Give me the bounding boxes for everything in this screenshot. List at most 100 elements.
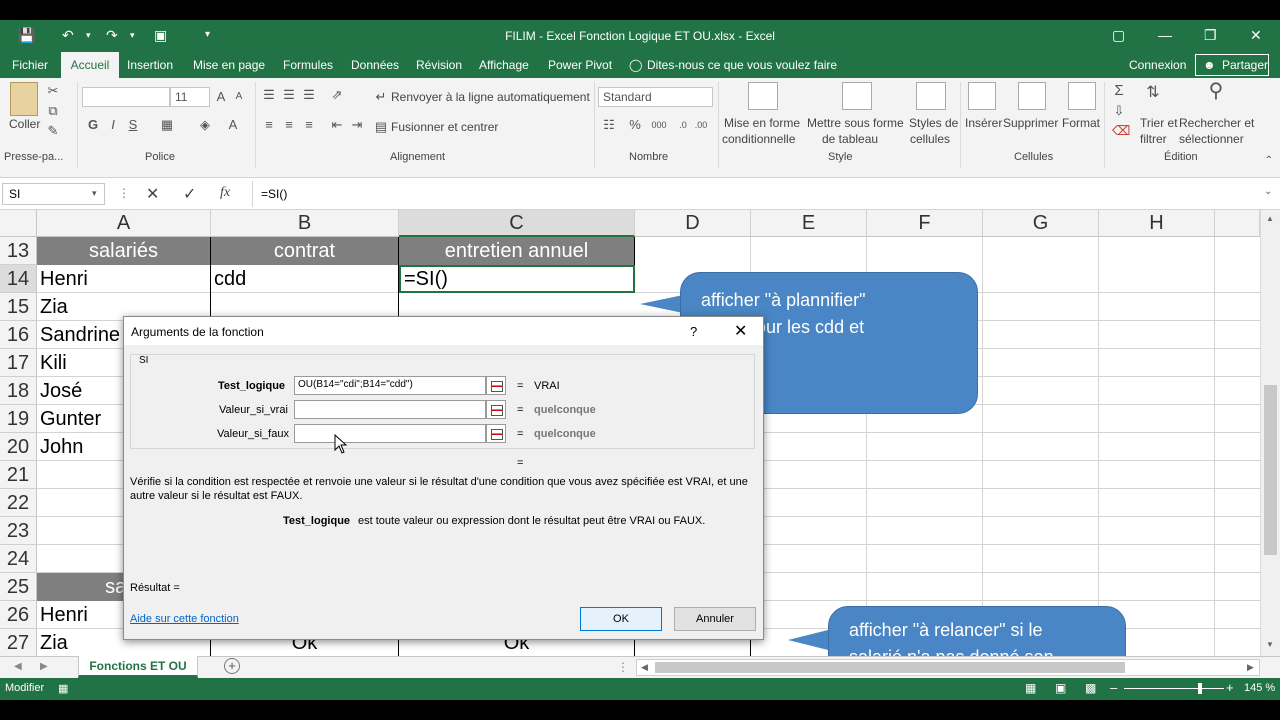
normal-view-icon[interactable]: ▦ bbox=[1025, 681, 1036, 695]
arg-ref-icon-1[interactable] bbox=[486, 376, 506, 395]
tab-affichage[interactable]: Affichage bbox=[479, 58, 529, 72]
expand-formula-bar-icon[interactable]: ⌄ bbox=[1264, 186, 1272, 197]
align-bottom-icon[interactable]: ☰ bbox=[302, 88, 316, 102]
collapse-ribbon-icon[interactable]: ⌃ bbox=[1262, 154, 1276, 168]
row-header-13[interactable]: 13 bbox=[0, 237, 37, 265]
scroll-left-icon[interactable]: ◀ bbox=[641, 662, 648, 673]
cell-b14[interactable]: cdd bbox=[211, 265, 398, 293]
row-header-21[interactable]: 21 bbox=[0, 461, 37, 489]
arg-ref-icon-3[interactable] bbox=[486, 424, 506, 443]
insert-function-button[interactable]: fx bbox=[220, 185, 230, 201]
dialog-help-button[interactable]: ? bbox=[690, 324, 697, 339]
add-sheet-icon[interactable]: + bbox=[224, 658, 240, 674]
minimize-icon[interactable]: — bbox=[1158, 28, 1172, 42]
tab-insertion[interactable]: Insertion bbox=[127, 58, 173, 72]
italic-button[interactable]: I bbox=[106, 118, 120, 132]
confirm-entry-icon[interactable]: ✓ bbox=[183, 184, 196, 204]
cell-a13[interactable]: salariés bbox=[37, 237, 210, 265]
increase-indent-icon[interactable]: ⇥ bbox=[350, 118, 364, 132]
column-header-b[interactable]: B bbox=[211, 210, 399, 237]
decrease-indent-icon[interactable]: ⇤ bbox=[330, 118, 344, 132]
borders-icon[interactable]: ▦ bbox=[160, 118, 174, 132]
column-header-i[interactable] bbox=[1215, 210, 1260, 237]
sign-in-link[interactable]: Connexion bbox=[1129, 58, 1186, 72]
tab-donnees[interactable]: Données bbox=[351, 58, 399, 72]
zoom-level[interactable]: 145 % bbox=[1244, 682, 1275, 694]
paste-button[interactable]: Coller bbox=[9, 117, 40, 131]
conditional-format-label-1[interactable]: Mise en forme bbox=[724, 116, 800, 130]
font-size-box[interactable]: 11 bbox=[170, 87, 210, 107]
tab-revision[interactable]: Révision bbox=[416, 58, 462, 72]
name-box[interactable]: SI bbox=[2, 183, 105, 205]
comma-style-icon[interactable]: 000 bbox=[648, 118, 670, 132]
wrap-text-button[interactable]: Renvoyer à la ligne automatiquement bbox=[391, 90, 590, 104]
arg-input-valeur-si-faux[interactable] bbox=[294, 424, 486, 443]
increase-decimal-icon[interactable]: .0 bbox=[676, 118, 690, 132]
next-sheet-icon[interactable]: ▶ bbox=[40, 661, 48, 672]
cell-a14[interactable]: Henri bbox=[37, 265, 210, 293]
column-header-c[interactable]: C bbox=[399, 210, 635, 237]
font-color-icon[interactable]: A bbox=[226, 118, 240, 132]
column-header-h[interactable]: H bbox=[1099, 210, 1215, 237]
align-middle-icon[interactable]: ☰ bbox=[282, 88, 296, 102]
arg-input-test-logique[interactable]: OU(B14="cdi";B14="cdd") bbox=[294, 376, 486, 395]
row-header-15[interactable]: 15 bbox=[0, 293, 37, 321]
orientation-icon[interactable]: ⇗ bbox=[330, 88, 344, 102]
align-right-icon[interactable]: ≡ bbox=[302, 118, 316, 132]
percent-icon[interactable]: % bbox=[628, 118, 642, 132]
format-table-label-1[interactable]: Mettre sous forme bbox=[807, 116, 904, 130]
tab-accueil[interactable]: Accueil bbox=[61, 52, 119, 78]
row-header-24[interactable]: 24 bbox=[0, 545, 37, 573]
cell-styles-label-1[interactable]: Styles de bbox=[909, 116, 958, 130]
arg-ref-icon-2[interactable] bbox=[486, 400, 506, 419]
delete-button[interactable]: Supprimer bbox=[1003, 116, 1058, 130]
zoom-in-icon[interactable]: + bbox=[1226, 680, 1234, 695]
select-all-corner[interactable] bbox=[0, 210, 37, 237]
column-header-d[interactable]: D bbox=[635, 210, 751, 237]
horizontal-scroll-thumb[interactable] bbox=[655, 662, 1125, 673]
row-header-23[interactable]: 23 bbox=[0, 517, 37, 545]
align-left-icon[interactable]: ≡ bbox=[262, 118, 276, 132]
restore-icon[interactable]: ❐ bbox=[1204, 28, 1217, 42]
copy-icon[interactable]: ⧉ bbox=[46, 104, 60, 118]
row-header-18[interactable]: 18 bbox=[0, 377, 37, 405]
clear-icon[interactable]: ⌫ bbox=[1112, 124, 1130, 138]
sort-filter-label-2[interactable]: filtrer bbox=[1140, 132, 1167, 146]
row-header-17[interactable]: 17 bbox=[0, 349, 37, 377]
decrease-font-icon[interactable]: A bbox=[232, 90, 246, 104]
cancel-entry-icon[interactable]: ✕ bbox=[146, 184, 159, 204]
column-header-a[interactable]: A bbox=[37, 210, 211, 237]
row-header-22[interactable]: 22 bbox=[0, 489, 37, 517]
help-link[interactable]: Aide sur cette fonction bbox=[130, 613, 239, 625]
zoom-slider[interactable] bbox=[1124, 688, 1224, 689]
fill-icon[interactable]: ⇩ bbox=[1112, 104, 1126, 118]
zoom-out-icon[interactable]: – bbox=[1110, 680, 1117, 695]
autosum-icon[interactable]: Σ bbox=[1112, 83, 1126, 98]
conditional-format-label-2[interactable]: conditionnelle bbox=[722, 132, 795, 146]
vertical-scrollbar[interactable]: ▲ ▼ bbox=[1260, 210, 1280, 656]
row-header-19[interactable]: 19 bbox=[0, 405, 37, 433]
tab-power-pivot[interactable]: Power Pivot bbox=[548, 58, 612, 72]
increase-font-icon[interactable]: A bbox=[214, 90, 228, 104]
accounting-format-icon[interactable]: ☷ bbox=[602, 118, 616, 132]
merge-center-button[interactable]: Fusionner et centrer bbox=[391, 120, 498, 134]
format-button[interactable]: Format bbox=[1062, 116, 1100, 130]
ribbon-display-icon[interactable]: ▢ bbox=[1112, 28, 1125, 42]
scroll-down-icon[interactable]: ▼ bbox=[1266, 640, 1274, 649]
bold-button[interactable]: G bbox=[86, 118, 100, 132]
insert-button[interactable]: Insérer bbox=[965, 116, 1002, 130]
column-header-e[interactable]: E bbox=[751, 210, 867, 237]
tell-me-search[interactable]: Dites-nous ce que vous voulez faire bbox=[647, 58, 837, 72]
row-header-27[interactable]: 27 bbox=[0, 629, 37, 657]
tab-mise-en-page[interactable]: Mise en page bbox=[193, 58, 265, 72]
scroll-right-icon[interactable]: ▶ bbox=[1247, 662, 1254, 673]
format-painter-icon[interactable]: ✎ bbox=[46, 124, 60, 138]
dialog-close-icon[interactable]: ✕ bbox=[734, 321, 747, 341]
horizontal-scrollbar[interactable]: ◀ ▶ bbox=[636, 659, 1260, 676]
arg-input-valeur-si-vrai[interactable] bbox=[294, 400, 486, 419]
column-header-g[interactable]: G bbox=[983, 210, 1099, 237]
fill-color-icon[interactable]: ◈ bbox=[198, 118, 212, 132]
macro-record-icon[interactable]: ▦ bbox=[58, 682, 68, 695]
align-top-icon[interactable]: ☰ bbox=[262, 88, 276, 102]
tab-formules[interactable]: Formules bbox=[283, 58, 333, 72]
